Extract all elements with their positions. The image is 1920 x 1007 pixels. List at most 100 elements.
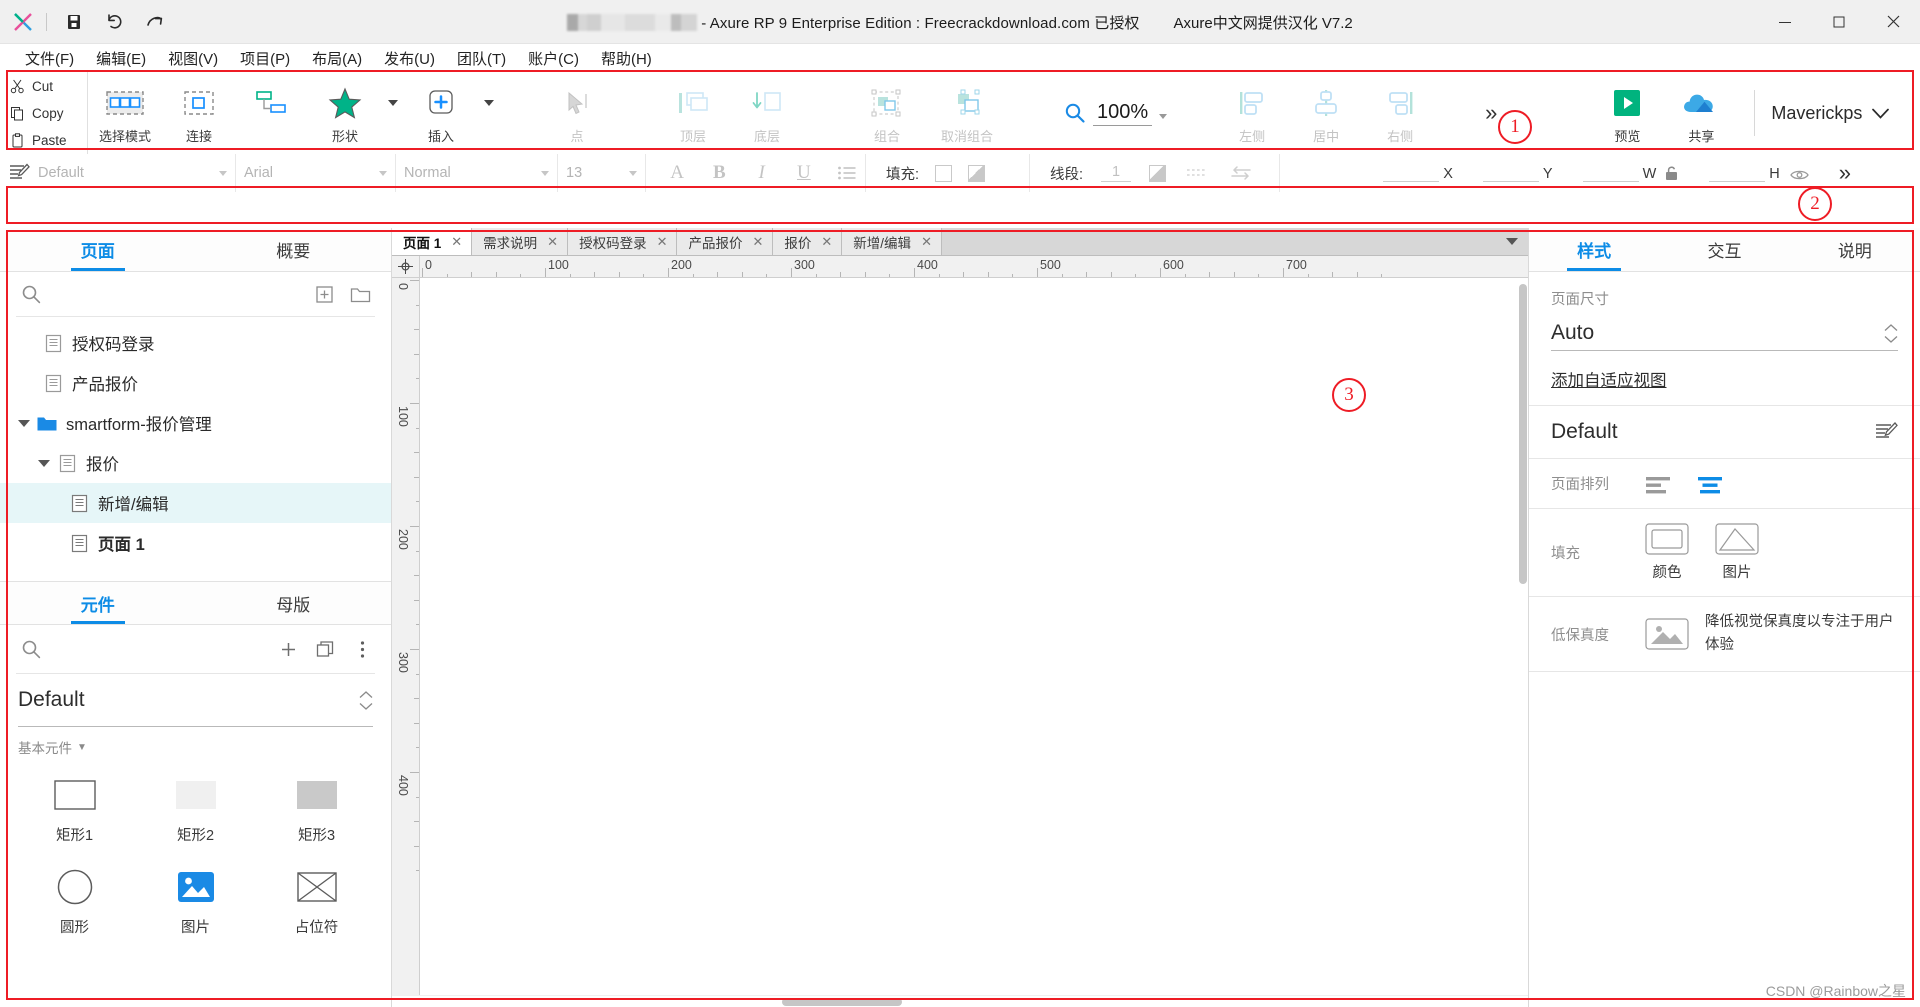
- fill-color-swatch[interactable]: [935, 164, 953, 182]
- preview-button[interactable]: 预览: [1590, 72, 1664, 154]
- insert-button[interactable]: 插入: [404, 72, 478, 154]
- doctab-page1[interactable]: 页面 1 ✕: [392, 228, 473, 255]
- horizontal-scrollbar[interactable]: [392, 995, 1528, 1007]
- w-field-group[interactable]: W: [1582, 165, 1680, 182]
- widget-placeholder[interactable]: 占位符: [256, 859, 377, 943]
- widget-ellipse[interactable]: 圆形: [14, 859, 135, 943]
- toolbar-more-button[interactable]: »: [1485, 100, 1497, 126]
- close-button[interactable]: [1866, 0, 1920, 44]
- ruler-origin-icon[interactable]: [392, 256, 420, 277]
- fill-gradient-swatch[interactable]: [968, 164, 986, 182]
- y-input[interactable]: [1482, 165, 1539, 182]
- maximize-button[interactable]: [1812, 0, 1866, 44]
- style-row[interactable]: Default: [1529, 406, 1920, 459]
- page-size-select[interactable]: Auto: [1551, 321, 1898, 351]
- chevron-down-icon[interactable]: [1159, 113, 1168, 119]
- menu-project[interactable]: 项目(P): [229, 45, 301, 72]
- text-color-icon[interactable]: A: [668, 160, 686, 186]
- menu-layout[interactable]: 布局(A): [301, 45, 373, 72]
- doctab-requirements[interactable]: 需求说明 ✕: [472, 228, 569, 255]
- tab-outline[interactable]: 概要: [196, 228, 392, 271]
- redo-icon[interactable]: [141, 9, 167, 35]
- underline-icon[interactable]: U: [795, 160, 813, 186]
- horizontal-ruler[interactable]: 0 100 200 300 400 500 600 700: [420, 256, 1528, 277]
- align-center-button[interactable]: 居中: [1289, 72, 1363, 154]
- tree-row-smartform-folder[interactable]: smartform-报价管理: [0, 403, 391, 443]
- connect-button[interactable]: 连接: [162, 72, 236, 154]
- search-icon[interactable]: [18, 636, 44, 662]
- close-icon[interactable]: ✕: [547, 234, 558, 250]
- menu-account[interactable]: 账户(C): [517, 45, 590, 72]
- menu-help[interactable]: 帮助(H): [590, 45, 663, 72]
- add-adaptive-view-link[interactable]: 添加自适应视图: [1551, 367, 1667, 391]
- doctab-add-edit[interactable]: 新增/编辑 ✕: [842, 228, 942, 255]
- widget-rectangle-3[interactable]: 矩形3: [256, 767, 377, 851]
- edit-style-icon[interactable]: [1874, 420, 1898, 444]
- add-library-icon[interactable]: [275, 636, 301, 662]
- h-field-group[interactable]: H: [1709, 165, 1809, 182]
- bullet-list-icon[interactable]: [837, 160, 857, 186]
- widgets-search-input[interactable]: [56, 640, 263, 658]
- doctab-quote[interactable]: 报价 ✕: [773, 228, 843, 255]
- undo-icon[interactable]: [101, 9, 127, 35]
- expand-arrow-icon[interactable]: [34, 459, 54, 467]
- font-family-select[interactable]: Arial: [244, 160, 387, 186]
- close-icon[interactable]: ✕: [451, 234, 462, 250]
- doctab-license-login[interactable]: 授权码登录 ✕: [568, 228, 678, 255]
- tab-widgets[interactable]: 元件: [0, 582, 196, 624]
- library-menu-icon[interactable]: [351, 636, 373, 662]
- close-icon[interactable]: ✕: [752, 234, 763, 250]
- widget-image[interactable]: 图片: [135, 859, 256, 943]
- close-icon[interactable]: ✕: [657, 234, 668, 250]
- zoom-control[interactable]: 100%: [1054, 72, 1177, 154]
- widget-library-select[interactable]: Default: [0, 674, 391, 726]
- save-icon[interactable]: [61, 9, 87, 35]
- fill-image-button[interactable]: 图片: [1715, 523, 1759, 582]
- arrow-style-icon[interactable]: [1228, 160, 1254, 186]
- h-input[interactable]: [1709, 165, 1766, 182]
- select-mode-button[interactable]: 选择模式: [88, 72, 162, 154]
- paste-button[interactable]: Paste: [6, 127, 87, 154]
- share-button[interactable]: 共享: [1664, 72, 1738, 154]
- tab-masters[interactable]: 母版: [196, 582, 392, 624]
- tab-pages[interactable]: 页面: [0, 228, 196, 271]
- copy-button[interactable]: Copy: [6, 100, 87, 127]
- group-button[interactable]: 组合: [850, 72, 924, 154]
- y-field-group[interactable]: Y: [1482, 165, 1553, 182]
- format-more-button[interactable]: »: [1839, 160, 1851, 186]
- cut-button[interactable]: Cut: [6, 73, 87, 100]
- widget-rectangle-2[interactable]: 矩形2: [135, 767, 256, 851]
- widget-section-header[interactable]: 基本元件 ▼: [0, 727, 391, 761]
- shape-dropdown-caret[interactable]: [382, 72, 404, 154]
- account-menu[interactable]: Maverickps: [1771, 103, 1915, 124]
- minimize-button[interactable]: [1758, 0, 1812, 44]
- x-field-group[interactable]: X: [1383, 165, 1453, 182]
- font-size-select[interactable]: 13: [566, 160, 637, 186]
- bold-icon[interactable]: B: [710, 160, 728, 186]
- menu-edit[interactable]: 编辑(E): [85, 45, 157, 72]
- align-left-button[interactable]: 左侧: [1215, 72, 1289, 154]
- pages-search-input[interactable]: [54, 285, 301, 303]
- expand-arrow-icon[interactable]: [14, 419, 34, 427]
- w-input[interactable]: [1582, 165, 1639, 182]
- line-style-icon[interactable]: [1184, 160, 1210, 186]
- style-select[interactable]: Default: [38, 160, 227, 186]
- vertical-ruler[interactable]: 0 100 200 300 400: [392, 278, 420, 995]
- bring-front-button[interactable]: 顶层: [656, 72, 730, 154]
- tab-style[interactable]: 样式: [1529, 228, 1659, 271]
- doctab-product-quote[interactable]: 产品报价 ✕: [677, 228, 774, 255]
- tab-interactions[interactable]: 交互: [1659, 228, 1789, 271]
- close-icon[interactable]: ✕: [821, 234, 832, 250]
- scrollbar-thumb[interactable]: [1519, 284, 1527, 584]
- menu-file[interactable]: 文件(F): [14, 45, 85, 72]
- page-size-spinner-icon[interactable]: [1884, 323, 1898, 343]
- send-back-button[interactable]: 底层: [730, 72, 804, 154]
- x-input[interactable]: [1383, 165, 1440, 182]
- italic-icon[interactable]: I: [753, 160, 771, 186]
- tree-row-license-login[interactable]: 授权码登录: [0, 323, 391, 363]
- fill-color-button[interactable]: 颜色: [1645, 523, 1689, 582]
- tab-notes[interactable]: 说明: [1790, 228, 1920, 271]
- search-icon[interactable]: [18, 281, 44, 307]
- ungroup-button[interactable]: 取消组合: [924, 72, 1010, 154]
- duplicate-library-icon[interactable]: [313, 636, 339, 662]
